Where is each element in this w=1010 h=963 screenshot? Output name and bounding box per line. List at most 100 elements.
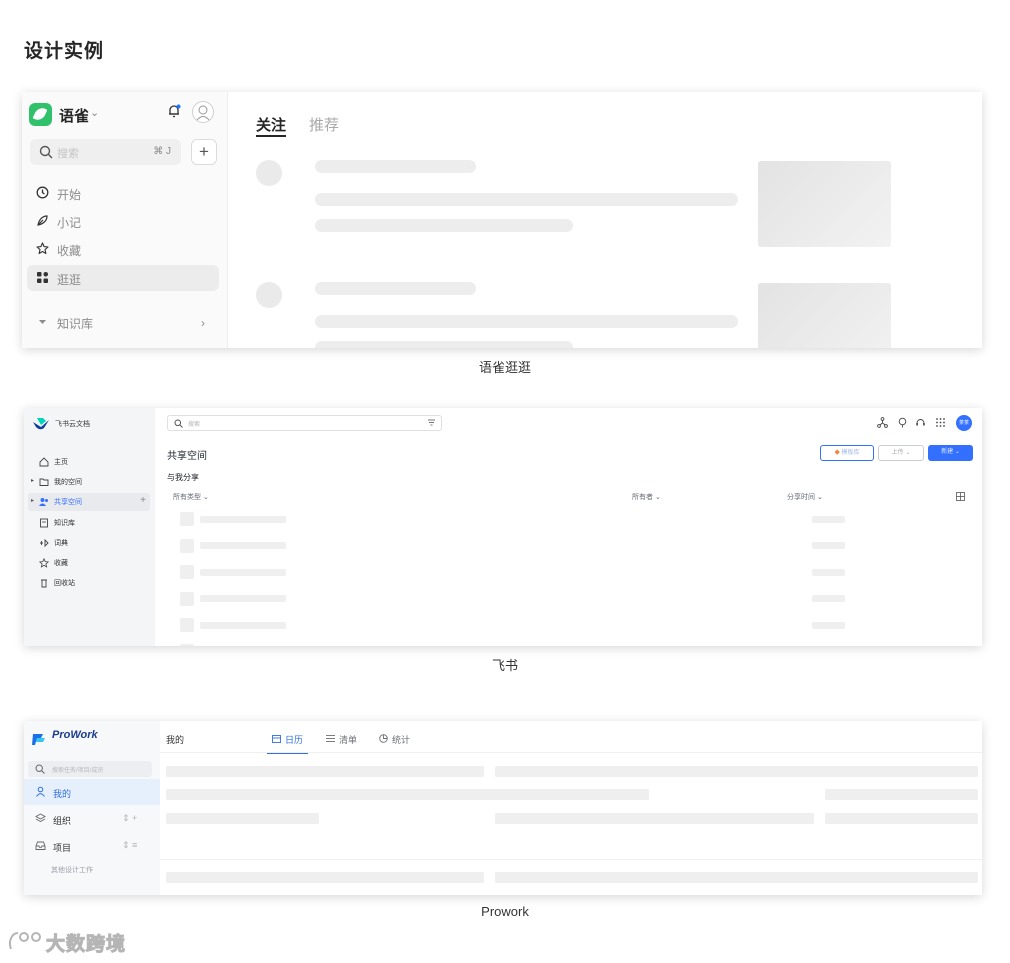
skeleton-thumbnail (758, 161, 891, 247)
upload-button[interactable]: 上传 ⌄ (878, 445, 924, 461)
skeleton-line (315, 341, 573, 348)
feishu-sidebar: 飞书云文档 主页 ▸ 我的空间 ▸ 共享空间 + 知识库 词典 收藏 回收站 (24, 408, 155, 646)
tab-recommended[interactable]: 推荐 (309, 114, 339, 135)
tab-following[interactable]: 关注 (256, 114, 286, 135)
column-type[interactable]: 所有类型 ⌄ (173, 492, 209, 502)
sidebar-item-favorites[interactable]: 收藏 (27, 236, 219, 262)
sidebar-section-library[interactable]: 知识库 (27, 309, 219, 335)
search-shortcut: ⌘ J (153, 146, 171, 157)
avatar[interactable]: 茶茶 (956, 415, 972, 431)
search-input[interactable]: 搜索 (167, 415, 442, 431)
watermark-logo-icon (8, 932, 41, 950)
sidebar-item-knowledge-base[interactable]: 知识库 (28, 514, 150, 532)
sidebar-item-tools[interactable]: ⇕ ≡ (122, 840, 137, 851)
sidebar-item-label: 词典 (54, 540, 68, 547)
caret-right-icon[interactable]: ▸ (31, 477, 34, 484)
feather-icon (37, 215, 48, 226)
sidebar-item-projects[interactable]: 项目 ⇕ ≡ (24, 833, 160, 859)
skeleton-line (200, 569, 286, 576)
users-icon (39, 498, 48, 506)
sidebar-item-label: 回收站 (54, 580, 75, 587)
chevron-down-icon[interactable]: ⌄ (90, 106, 99, 119)
feishu-brand: 飞书云文档 (55, 421, 90, 428)
feishu-screenshot: 飞书云文档 主页 ▸ 我的空间 ▸ 共享空间 + 知识库 词典 收藏 回收站 搜… (24, 408, 982, 646)
grid-view-icon[interactable] (956, 492, 965, 501)
skeleton-line (200, 516, 286, 523)
upload-button-label: 上传 (891, 450, 904, 456)
search-icon (39, 145, 53, 159)
skeleton-line (315, 160, 476, 173)
skeleton-line (812, 516, 845, 523)
page-title: 我的 (166, 735, 185, 745)
add-button[interactable]: + (191, 139, 217, 165)
pin-icon[interactable] (897, 417, 908, 428)
sidebar-item-favorites[interactable]: 收藏 (28, 554, 150, 572)
bell-icon[interactable] (167, 104, 181, 118)
yuque-logo-icon (29, 103, 52, 126)
sidebar-item-explore[interactable]: 逛逛 (27, 265, 219, 291)
template-button[interactable]: ◆ 模板库 (820, 445, 874, 461)
caret-right-icon[interactable]: ▸ (31, 497, 34, 504)
tab-label: 统计 (392, 735, 411, 745)
column-type-label: 所有类型 (173, 494, 201, 501)
sidebar-item-tools[interactable]: ⇕ + (122, 813, 137, 824)
share-network-icon[interactable] (877, 417, 888, 428)
user-icon (36, 786, 45, 797)
skeleton-line (825, 789, 978, 800)
skeleton-line (315, 193, 738, 206)
sidebar-item-label: 开始 (57, 188, 82, 202)
create-button[interactable]: 新建 ⌄ (928, 445, 973, 461)
caption-feishu: 飞书 (491, 658, 518, 673)
skeleton-line (166, 766, 484, 777)
column-time[interactable]: 分享时间 ⌄ (787, 492, 823, 502)
prowork-screenshot: ProWork 搜索任务/项目/成员 我的 组织 ⇕ + 项目 ⇕ ≡ 其他设计… (24, 721, 982, 895)
divider (160, 752, 982, 753)
sidebar-item-trash[interactable]: 回收站 (28, 574, 150, 592)
filter-icon[interactable] (427, 418, 436, 427)
search-input[interactable]: 搜索 ⌘ J (30, 139, 181, 165)
sidebar-item-shared-space[interactable]: ▸ 共享空间 + (28, 493, 150, 511)
prowork-brand: ProWork (52, 729, 98, 741)
sidebar-item-my-space[interactable]: ▸ 我的空间 (28, 473, 150, 491)
yuque-screenshot: 语雀 ⌄ 搜索 ⌘ J + 开始 小记 收藏 逛逛 知识库 › 关注 推荐 (22, 92, 982, 348)
star-icon (39, 558, 49, 568)
chevron-right-icon[interactable]: › (201, 316, 205, 330)
home-icon (39, 457, 49, 467)
help-icon[interactable] (915, 417, 926, 428)
avatar[interactable] (192, 101, 214, 123)
page-title: 共享空间 (167, 451, 207, 462)
column-owner[interactable]: 所有者 ⌄ (632, 492, 661, 502)
skeleton-line (315, 219, 573, 232)
skeleton-line (495, 766, 978, 777)
sidebar-item-organization[interactable]: 组织 ⇕ + (24, 806, 160, 832)
skeleton-line (166, 789, 649, 800)
sidebar-item-start[interactable]: 开始 (27, 180, 219, 206)
search-placeholder: 搜索 (57, 148, 79, 160)
book-icon (40, 518, 48, 528)
skeleton-line (812, 622, 845, 629)
star-icon (36, 242, 49, 255)
sidebar-item-label: 我的 (53, 789, 72, 799)
sidebar-item-label: 逛逛 (57, 273, 82, 287)
page-heading: 设计实例 (24, 41, 105, 62)
create-button-label: 新建 (941, 449, 954, 455)
app-grid-icon[interactable] (935, 417, 946, 428)
sidebar-item-label: 共享空间 (54, 499, 82, 506)
add-icon[interactable]: + (140, 495, 146, 506)
sidebar-item-home[interactable]: 主页 (28, 453, 150, 471)
sidebar-item-mine[interactable]: 我的 (24, 779, 160, 805)
skeleton-row-icon (180, 618, 194, 632)
tab-label: 日历 (285, 735, 304, 745)
sidebar-item-notes[interactable]: 小记 (27, 208, 219, 234)
calendar-icon (272, 735, 281, 743)
skeleton-line (825, 813, 978, 824)
tab-label: 清单 (339, 735, 358, 745)
sidebar-item-label: 项目 (53, 843, 72, 853)
search-input[interactable]: 搜索任务/项目/成员 (28, 761, 152, 777)
skeleton-line (812, 542, 845, 549)
sidebar-item-label: 收藏 (54, 560, 68, 567)
clock-icon (36, 186, 49, 199)
pie-chart-icon (379, 734, 388, 743)
layers-icon (35, 813, 46, 823)
sidebar-item-dictionary[interactable]: 词典 (28, 534, 150, 552)
